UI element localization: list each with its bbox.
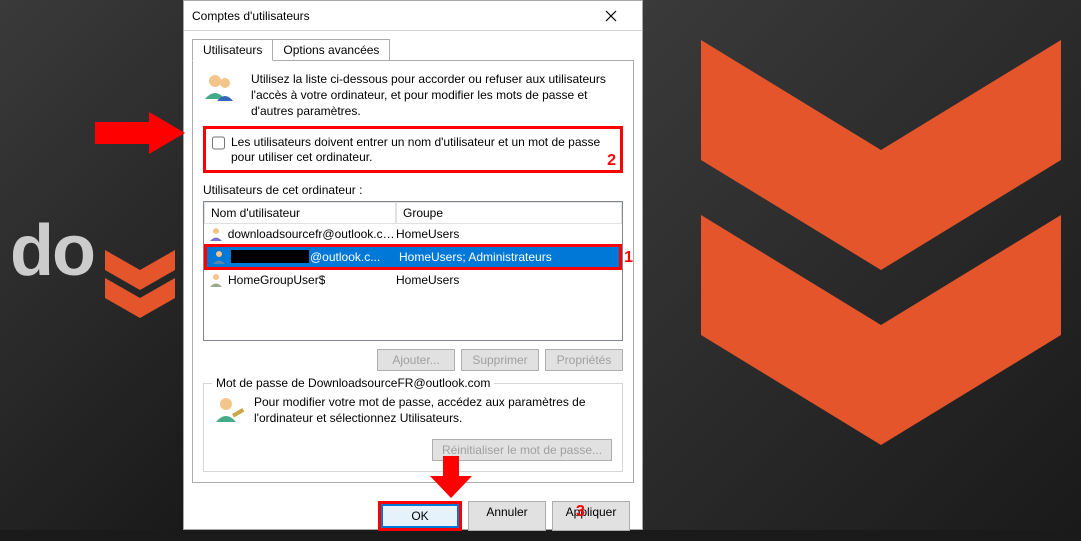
user-icon [211, 249, 227, 265]
cell-group: HomeUsers; Administrateurs [399, 250, 615, 264]
annotation-number-2: 2 [607, 152, 616, 170]
cell-group: HomeUsers [396, 227, 618, 241]
tab-users[interactable]: Utilisateurs [192, 39, 273, 61]
table-row-selected[interactable]: @outlook.c... HomeUsers; Administrateurs [207, 247, 619, 267]
chevron-icon [701, 40, 1061, 513]
close-button[interactable] [588, 1, 634, 31]
remove-user-button[interactable]: Supprimer [461, 349, 539, 371]
user-icon [208, 226, 224, 242]
cell-username: HomeGroupUser$ [228, 273, 325, 287]
desktop-background-right [643, 0, 1081, 530]
key-users-icon [214, 394, 246, 429]
users-icon [203, 71, 243, 120]
password-info-text: Pour modifier votre mot de passe, accéde… [254, 394, 612, 426]
intro-row: Utilisez la liste ci-dessous pour accord… [203, 71, 623, 120]
col-username[interactable]: Nom d'utilisateur [204, 202, 396, 224]
password-groupbox: Mot de passe de DownloadsourceFR@outlook… [203, 383, 623, 472]
tab-bar: Utilisateurs Options avancées [192, 39, 634, 61]
titlebar[interactable]: Comptes d'utilisateurs [184, 1, 642, 31]
intro-text: Utilisez la liste ci-dessous pour accord… [251, 71, 623, 120]
user-accounts-dialog: Comptes d'utilisateurs Utilisateurs Opti… [183, 0, 643, 530]
add-user-button[interactable]: Ajouter... [377, 349, 455, 371]
dialog-title: Comptes d'utilisateurs [192, 9, 588, 23]
user-table[interactable]: Nom d'utilisateur Groupe downloadsourcef… [203, 201, 623, 341]
tab-advanced[interactable]: Options avancées [272, 39, 390, 61]
password-group-legend: Mot de passe de DownloadsourceFR@outlook… [212, 376, 494, 390]
table-row[interactable]: downloadsourcefr@outlook.co... HomeUsers [204, 224, 622, 244]
close-icon [605, 10, 617, 22]
annotation-number-3: 3 [576, 503, 585, 521]
user-list-heading: Utilisateurs de cet ordinateur : [203, 183, 623, 197]
annotation-number-1: 1 [624, 249, 633, 267]
require-login-checkbox[interactable] [212, 136, 225, 150]
desktop-background-left: do [0, 0, 183, 530]
cell-username-suffix: @outlook.c... [310, 250, 380, 264]
annotation-arrow-right [95, 112, 185, 157]
cell-group: HomeUsers [396, 273, 618, 287]
annotation-highlight-row: @outlook.c... HomeUsers; Administrateurs… [204, 244, 622, 270]
ok-button[interactable]: OK [381, 504, 459, 528]
dialog-footer: 3 OK Annuler Appliquer [184, 491, 642, 541]
tab-panel-users: Utilisez la liste ci-dessous pour accord… [192, 60, 634, 483]
require-login-label: Les utilisateurs doivent entrer un nom d… [231, 135, 614, 166]
table-header: Nom d'utilisateur Groupe [204, 202, 622, 224]
annotation-highlight-ok: OK [378, 501, 462, 531]
apply-button[interactable]: Appliquer [552, 501, 630, 531]
require-login-checkbox-area: Les utilisateurs doivent entrer un nom d… [203, 126, 623, 173]
user-action-buttons: Ajouter... Supprimer Propriétés [203, 349, 623, 371]
annotation-arrow-down [430, 456, 472, 501]
cancel-button[interactable]: Annuler [468, 501, 546, 531]
chevron-icon [105, 250, 175, 333]
properties-button[interactable]: Propriétés [545, 349, 623, 371]
redacted-area [231, 250, 309, 263]
col-group[interactable]: Groupe [396, 202, 622, 224]
bg-brand-text: do [10, 210, 94, 292]
table-row[interactable]: HomeGroupUser$ HomeUsers [204, 270, 622, 290]
user-icon [208, 272, 224, 288]
cell-username: downloadsourcefr@outlook.co... [228, 227, 396, 241]
